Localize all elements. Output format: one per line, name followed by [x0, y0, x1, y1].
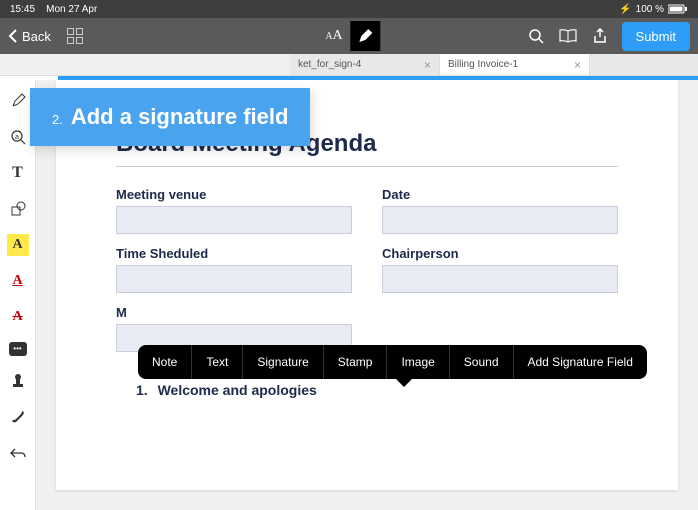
date-input[interactable]	[382, 206, 618, 234]
share-button[interactable]	[590, 26, 610, 46]
share-icon	[593, 28, 607, 44]
back-label: Back	[22, 29, 51, 44]
stamp-tool[interactable]	[7, 370, 29, 392]
tab-label: Billing Invoice-1	[448, 59, 518, 70]
field-label: Date	[382, 187, 618, 202]
callout-text: Add a signature field	[71, 104, 289, 130]
main-toolbar: Back AA Submit	[0, 18, 698, 54]
charging-icon: ⚡	[619, 4, 631, 15]
menu-signature[interactable]: Signature	[243, 345, 323, 379]
tab-close-button[interactable]: ×	[416, 58, 431, 72]
agenda-text: Welcome and apologies	[158, 382, 317, 398]
text-tool[interactable]: T	[7, 162, 29, 184]
search-button[interactable]	[526, 26, 546, 46]
brush-tool[interactable]	[7, 406, 29, 428]
strikethrough-tool[interactable]: A	[7, 306, 29, 328]
chevron-left-icon	[8, 29, 18, 43]
field-date: Date	[382, 187, 618, 234]
shape-icon	[10, 201, 26, 217]
tab-document-2[interactable]: Billing Invoice-1 ×	[440, 54, 590, 75]
battery-icon	[668, 4, 688, 14]
menu-add-signature-field[interactable]: Add Signature Field	[514, 345, 647, 379]
field-venue: Meeting venue	[116, 187, 352, 234]
tab-close-button[interactable]: ×	[566, 58, 581, 72]
book-icon	[559, 29, 577, 43]
tab-label: ket_for_sign-4	[298, 59, 361, 70]
underline-tool[interactable]: A	[7, 270, 29, 292]
chair-input[interactable]	[382, 265, 618, 293]
callout-number: 2.	[52, 112, 63, 127]
annotation-context-menu: Note Text Signature Stamp Image Sound Ad…	[138, 345, 647, 379]
zoom-text-tool[interactable]: a	[7, 126, 29, 148]
status-bar: 15:45 Mon 27 Apr ⚡ 100 %	[0, 0, 698, 18]
battery-percent: 100 %	[636, 4, 664, 15]
field-label: M	[116, 305, 352, 320]
zoom-text-icon: a	[10, 129, 26, 145]
tutorial-callout: 2. Add a signature field	[30, 88, 310, 146]
menu-image[interactable]: Image	[387, 345, 449, 379]
agenda-list: 1. Welcome and apologies	[116, 382, 618, 398]
menu-sound[interactable]: Sound	[450, 345, 514, 379]
back-button[interactable]: Back	[8, 29, 51, 44]
pencil-icon	[358, 28, 374, 44]
field-label: Meeting venue	[116, 187, 352, 202]
stamp-icon	[11, 373, 25, 389]
highlight-tool[interactable]: A	[7, 234, 29, 256]
status-date: Mon 27 Apr	[46, 4, 97, 15]
field-label: Time Sheduled	[116, 246, 352, 261]
field-time: Time Sheduled	[116, 246, 352, 293]
submit-button[interactable]: Submit	[622, 22, 690, 51]
menu-note[interactable]: Note	[138, 345, 192, 379]
time-input[interactable]	[116, 265, 352, 293]
menu-text[interactable]: Text	[192, 345, 243, 379]
text-size-button[interactable]: AA	[317, 22, 350, 50]
brush-icon	[10, 409, 26, 425]
undo-icon	[10, 446, 26, 460]
agenda-number: 1.	[136, 382, 148, 398]
thumbnails-button[interactable]	[67, 28, 83, 44]
status-time: 15:45	[10, 4, 35, 15]
pen-icon	[10, 93, 26, 109]
search-icon	[528, 28, 544, 44]
pen-tool[interactable]	[7, 90, 29, 112]
tab-document-1[interactable]: ket_for_sign-4 ×	[290, 54, 440, 75]
venue-input[interactable]	[116, 206, 352, 234]
title-divider	[116, 166, 618, 167]
comment-tool[interactable]: •••	[9, 342, 27, 356]
svg-text:a: a	[15, 134, 19, 141]
undo-tool[interactable]	[7, 442, 29, 464]
field-chair: Chairperson	[382, 246, 618, 293]
annotate-button[interactable]	[351, 21, 381, 51]
shape-tool[interactable]	[7, 198, 29, 220]
menu-stamp[interactable]: Stamp	[324, 345, 388, 379]
agenda-item: 1. Welcome and apologies	[136, 382, 618, 398]
tabs-bar: ket_for_sign-4 × Billing Invoice-1 ×	[0, 54, 698, 76]
bookmark-button[interactable]	[558, 26, 578, 46]
field-label: Chairperson	[382, 246, 618, 261]
